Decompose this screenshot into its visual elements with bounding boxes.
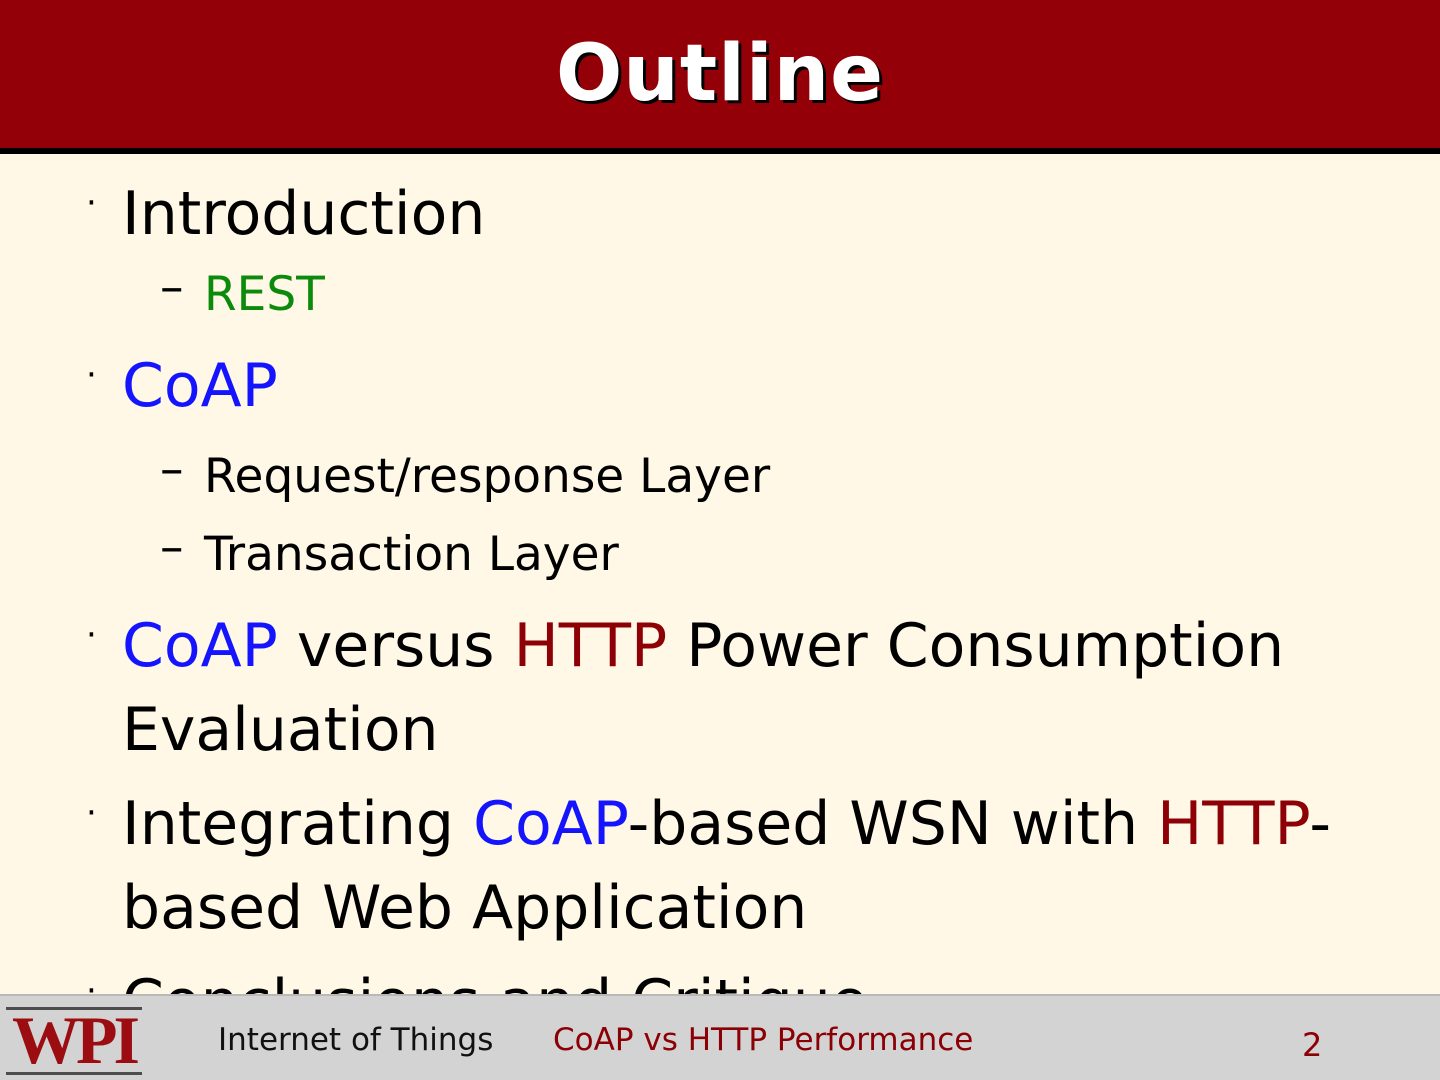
footer-course-title: Internet of Things (218, 1022, 494, 1058)
transaction-layer-text: Transaction Layer (204, 527, 619, 582)
power-consumption-text-block: CoAP versus HTTP Power Consumption Evalu… (122, 604, 1284, 772)
outline-list: · Introduction – REST · CoAP – Request/r… (86, 172, 1376, 1044)
logo-bottom-rule (6, 1072, 142, 1075)
integration-coap-text: CoAP (473, 789, 628, 859)
integration-dash-text: - (1309, 789, 1332, 859)
slide-page-number: 2 (1302, 1026, 1323, 1064)
presentation-slide: Outline · Introduction – REST · CoAP – R… (0, 0, 1440, 1080)
bullet-icon: · (86, 615, 97, 655)
outline-subitem-request-response: – Request/response Layer (160, 438, 1376, 516)
footer-topic-title: CoAP vs HTTP Performance (553, 1022, 974, 1058)
comparison-coap-text: CoAP (122, 611, 278, 681)
bullet-icon: · (86, 183, 97, 223)
outline-subitem-rest: – REST (160, 256, 1376, 334)
rest-text: REST (204, 267, 325, 322)
bullet-icon: · (86, 355, 97, 395)
title-bar: Outline (0, 0, 1440, 154)
coap-text: CoAP (122, 351, 278, 421)
introduction-text: Introduction (122, 179, 486, 249)
comparison-evaluation-text: Evaluation (122, 695, 439, 765)
outline-subitem-transaction: – Transaction Layer (160, 516, 1376, 594)
wpi-logo: WPI (6, 1002, 142, 1078)
integration-prefix-text: Integrating (122, 789, 474, 859)
integration-middle-text: -based WSN with (627, 789, 1158, 859)
dash-icon: – (160, 520, 184, 575)
request-response-layer-text: Request/response Layer (204, 449, 771, 504)
integration-text-block: Integrating CoAP-based WSN with HTTP- ba… (122, 782, 1331, 950)
outline-item-coap: · CoAP (86, 344, 1376, 428)
outline-item-integration: · Integrating CoAP-based WSN with HTTP- … (86, 782, 1376, 950)
slide-footer: WPI Internet of Things CoAP vs HTTP Perf… (0, 994, 1440, 1080)
wpi-logo-text: WPI (12, 1002, 140, 1078)
comparison-tail-text: Power Consumption (667, 611, 1285, 681)
dash-icon: – (160, 260, 184, 315)
comparison-http-text: HTTP (513, 611, 668, 681)
dash-icon: – (160, 442, 184, 497)
slide-title: Outline (555, 29, 885, 119)
bullet-icon: · (86, 793, 97, 833)
integration-second-line-text: based Web Application (122, 873, 808, 943)
outline-item-power-consumption: · CoAP versus HTTP Power Consumption Eva… (86, 604, 1376, 772)
integration-http-text: HTTP (1157, 789, 1310, 859)
outline-item-introduction: · Introduction (86, 172, 1376, 256)
comparison-versus-text: versus (277, 611, 514, 681)
